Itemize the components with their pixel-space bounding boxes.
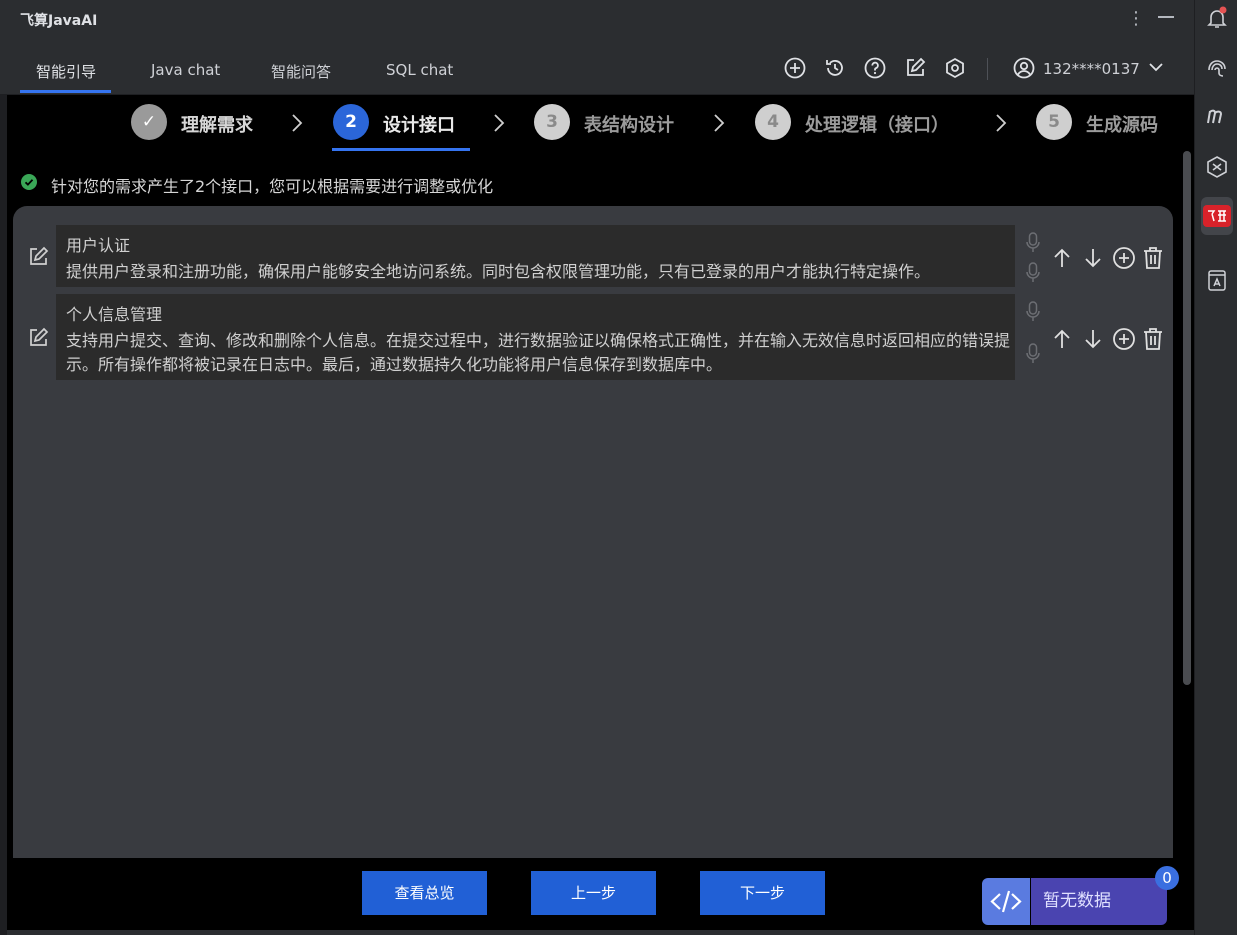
active-tab-indicator	[20, 90, 111, 93]
add-circle-icon[interactable]	[1112, 246, 1136, 270]
interface-card[interactable]: 个人信息管理 支持用户提交、查询、修改和删除个人信息。在提交过程中，进行数据验证…	[56, 294, 1015, 380]
help-icon[interactable]	[864, 57, 886, 79]
m-plugin-icon[interactable]	[1205, 104, 1229, 128]
chevron-right-icon	[292, 114, 303, 132]
count-badge: 0	[1155, 866, 1179, 890]
main-content: ✓ 理解需求 2 设计接口 3 表结构设计 4 处理逻辑（接口） 5 生成源码 …	[7, 95, 1194, 930]
chevron-right-icon	[996, 114, 1007, 132]
interface-description[interactable]: 提供用户登录和注册功能，确保用户能够安全地访问系统。同时包含权限管理功能，只有已…	[66, 260, 1011, 284]
widget-label: 暂无数据	[1031, 878, 1167, 925]
ai-assistant-icon[interactable]	[1205, 56, 1229, 80]
code-widget[interactable]: 暂无数据 0	[982, 866, 1179, 925]
step-number: 5	[1036, 104, 1072, 140]
tool-plugin-icon[interactable]	[1205, 155, 1229, 179]
user-phone[interactable]: 132****0137	[1043, 60, 1140, 78]
tab-java-chat[interactable]: Java chat	[151, 61, 220, 79]
edit-icon[interactable]	[904, 57, 926, 79]
microphone-icon[interactable]	[1024, 300, 1042, 324]
interface-card[interactable]: 用户认证 提供用户登录和注册功能，确保用户能够安全地访问系统。同时包含权限管理功…	[56, 225, 1015, 287]
microphone-icon[interactable]	[1024, 231, 1042, 255]
chevron-right-icon	[714, 114, 725, 132]
step-label: 理解需求	[181, 115, 253, 136]
settings-icon[interactable]	[944, 57, 966, 79]
step-number: 2	[333, 104, 369, 140]
more-options-icon[interactable]: ⋮	[1127, 8, 1145, 29]
trash-icon[interactable]	[1141, 327, 1165, 351]
microphone-icon[interactable]	[1024, 261, 1042, 285]
step-label: 表结构设计	[584, 115, 674, 136]
microphone-icon[interactable]	[1024, 342, 1042, 366]
step-number: 4	[755, 104, 791, 140]
chevron-down-icon[interactable]	[1148, 59, 1164, 75]
next-step-button[interactable]: 下一步	[700, 871, 825, 915]
active-step-indicator	[332, 148, 470, 151]
user-avatar-icon[interactable]	[1013, 57, 1035, 79]
notice-text: 针对您的需求产生了2个接口，您可以根据需要进行调整或优化	[51, 177, 494, 196]
step-label: 处理逻辑（接口）	[805, 115, 949, 136]
step-label: 设计接口	[383, 115, 455, 136]
stepper: ✓ 理解需求 2 设计接口 3 表结构设计 4 处理逻辑（接口） 5 生成源码	[7, 95, 1194, 151]
tab-bar: 智能引导 Java chat 智能问答 SQL chat 132****0137	[0, 46, 1194, 95]
move-down-icon[interactable]	[1081, 327, 1105, 351]
chevron-right-icon	[494, 114, 505, 132]
move-up-icon[interactable]	[1050, 246, 1074, 270]
feisuan-logo-icon[interactable]	[1203, 205, 1231, 227]
interface-title[interactable]: 用户认证	[66, 232, 130, 256]
tab-smart-qa[interactable]: 智能问答	[271, 61, 331, 82]
trash-icon[interactable]	[1141, 246, 1165, 270]
success-check-icon	[21, 174, 37, 190]
tab-sql-chat[interactable]: SQL chat	[386, 61, 453, 79]
toolbar-divider	[987, 58, 988, 80]
previous-step-button[interactable]: 上一步	[531, 871, 656, 915]
view-overview-button[interactable]: 查看总览	[362, 871, 487, 915]
add-circle-icon[interactable]	[784, 57, 806, 79]
app-title: 飞算JavaAI	[20, 13, 98, 29]
right-toolbar	[1194, 0, 1237, 935]
edit-icon[interactable]	[27, 327, 49, 349]
step-label: 生成源码	[1086, 115, 1158, 136]
history-icon[interactable]	[824, 57, 846, 79]
tab-smart-guide[interactable]: 智能引导	[36, 61, 96, 82]
edit-icon[interactable]	[27, 246, 49, 268]
translate-icon[interactable]	[1205, 268, 1229, 292]
move-up-icon[interactable]	[1050, 327, 1074, 351]
minimize-button[interactable]	[1158, 16, 1174, 18]
interface-title[interactable]: 个人信息管理	[66, 301, 162, 325]
notification-bell-icon[interactable]	[1205, 6, 1229, 30]
add-circle-icon[interactable]	[1112, 327, 1136, 351]
scrollbar[interactable]	[1183, 151, 1191, 685]
step-number: 3	[534, 104, 570, 140]
code-icon[interactable]	[982, 878, 1030, 925]
interface-description[interactable]: 支持用户提交、查询、修改和删除个人信息。在提交过程中，进行数据验证以确保格式正确…	[66, 329, 1011, 377]
check-icon: ✓	[131, 104, 167, 140]
left-gutter	[0, 95, 7, 935]
interface-list-panel: 用户认证 提供用户登录和注册功能，确保用户能够安全地访问系统。同时包含权限管理功…	[13, 206, 1173, 858]
move-down-icon[interactable]	[1081, 246, 1105, 270]
title-bar: 飞算JavaAI ⋮	[0, 0, 1194, 38]
